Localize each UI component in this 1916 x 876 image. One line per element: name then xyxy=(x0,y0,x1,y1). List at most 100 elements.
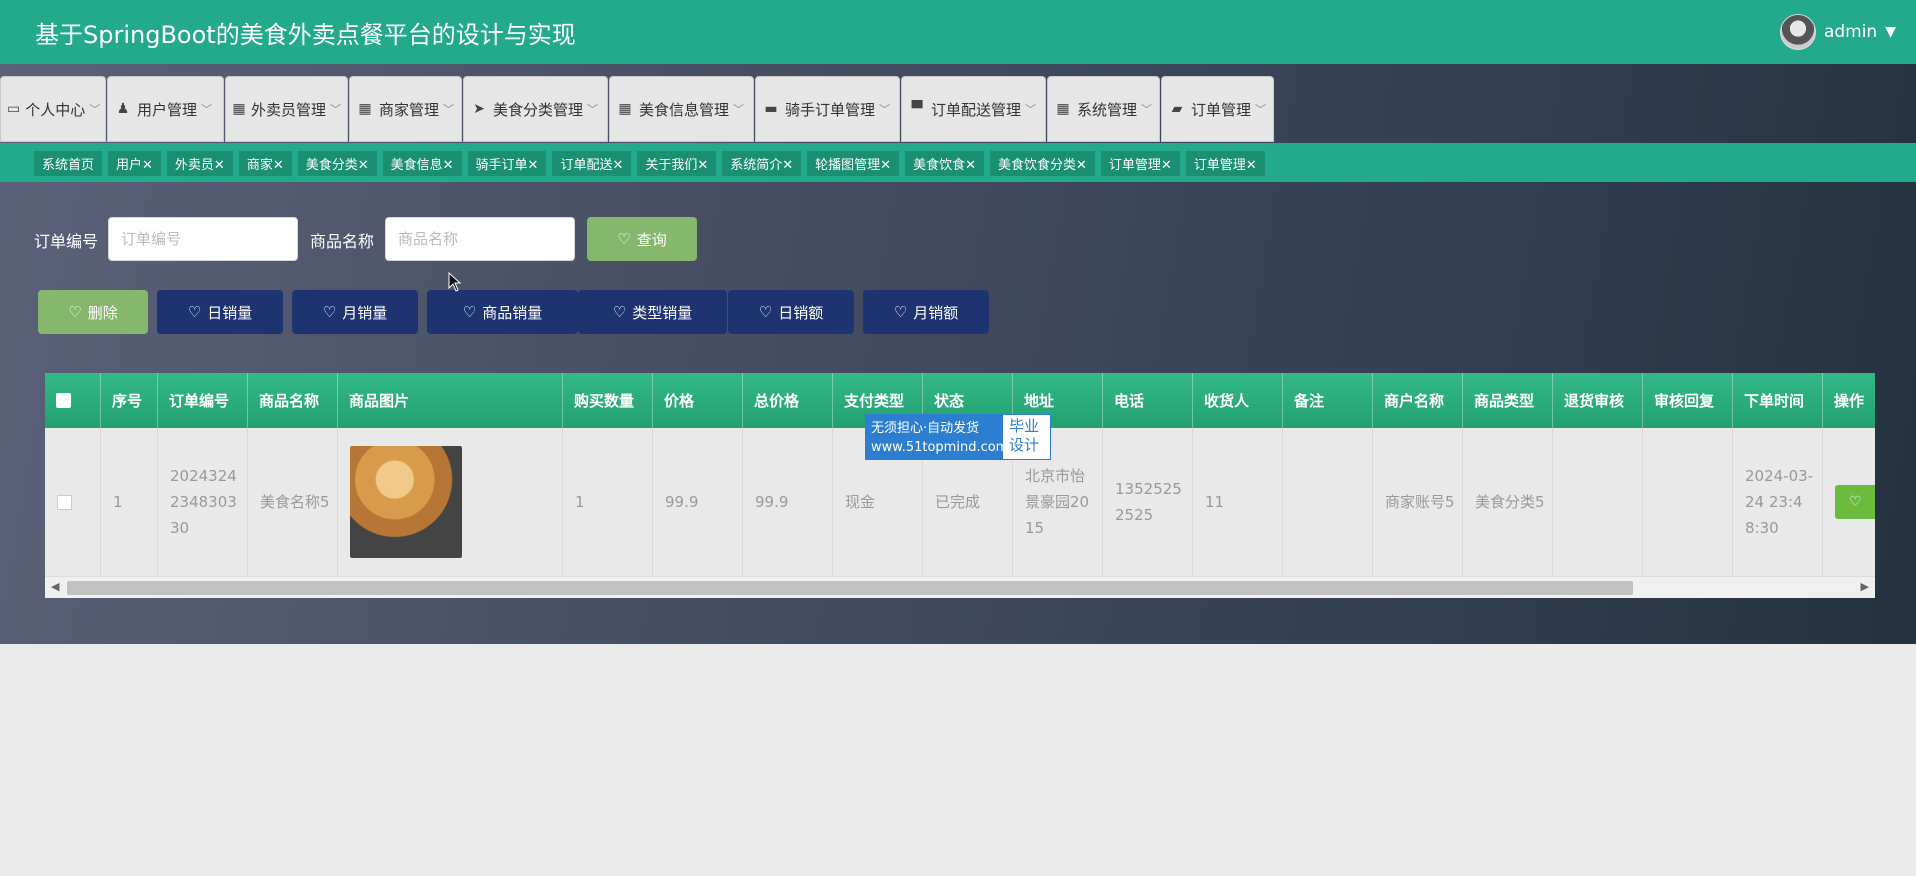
watermark-side: 毕业 设计 xyxy=(1003,415,1050,459)
operation-button[interactable]: ♡ xyxy=(1835,485,1875,519)
col-header: 商户名称 xyxy=(1373,373,1463,428)
nav-label: 美食信息管理 xyxy=(639,100,730,119)
nav-label: 订单配送管理 xyxy=(931,100,1022,119)
chevron-down-icon: ﹀ xyxy=(201,103,213,116)
watermark-badge: 无须担心·自动发货 www.51topmind.com 毕业 设计 xyxy=(865,414,1051,460)
tab-merchant[interactable]: 商家✕ xyxy=(238,151,292,176)
daily-sales-button[interactable]: ♡ 日销量 xyxy=(157,290,283,334)
col-header: 下单时间 xyxy=(1733,373,1823,428)
user-icon: ♟ xyxy=(116,101,130,117)
orders-table: 序号 订单编号 商品名称 商品图片 购买数量 价格 总价格 支付类型 状态 地址… xyxy=(45,373,1875,598)
row-select-cell[interactable] xyxy=(45,428,101,576)
nav-label: 个人中心 xyxy=(25,100,86,119)
tab-food-diet-category[interactable]: 美食饮食分类✕ xyxy=(989,151,1095,176)
order-no-label: 订单编号 xyxy=(34,232,99,251)
cell-category: 美食分类5 xyxy=(1463,428,1553,576)
scroll-right-icon[interactable]: ▶ xyxy=(1861,580,1869,593)
nav-label: 订单管理 xyxy=(1191,100,1252,119)
tab-user[interactable]: 用户✕ xyxy=(108,151,161,176)
col-header: 收货人 xyxy=(1193,373,1283,428)
select-all-header[interactable] xyxy=(45,373,101,428)
category-sales-button[interactable]: ♡ 类型销量 xyxy=(578,290,727,334)
chevron-down-icon: ﹀ xyxy=(733,103,745,116)
desktop-icon: ▀ xyxy=(911,101,923,117)
grid-icon: ▦ xyxy=(1056,101,1070,117)
tab-order-management-2[interactable]: 订单管理✕ xyxy=(1185,151,1265,176)
daily-revenue-button[interactable]: ♡ 日销额 xyxy=(728,290,854,334)
username[interactable]: admin xyxy=(1824,22,1877,42)
cell-operation: ♡ xyxy=(1823,428,1875,576)
tab-food-diet[interactable]: 美食饮食✕ xyxy=(905,151,984,176)
daily-sales-label: 日销量 xyxy=(207,303,253,322)
cell-order-no: 20243242348303 30 xyxy=(158,428,248,576)
nav-system-management[interactable]: ▦ 系统管理 ﹀ xyxy=(1047,76,1160,142)
heart-icon: ♡ xyxy=(1849,494,1862,510)
nav-delivery-management[interactable]: ▀ 订单配送管理 ﹀ xyxy=(901,76,1046,142)
tab-carousel[interactable]: 轮播图管理✕ xyxy=(807,151,900,176)
nav-user-management[interactable]: ♟ 用户管理 ﹀ xyxy=(107,76,224,142)
product-thumbnail[interactable] xyxy=(350,446,462,558)
query-label: 查询 xyxy=(636,230,667,249)
heart-icon: ♡ xyxy=(758,303,773,321)
monthly-sales-button[interactable]: ♡ 月销量 xyxy=(292,290,418,334)
tab-courier[interactable]: 外卖员✕ xyxy=(166,151,233,176)
chevron-down-icon: ﹀ xyxy=(587,103,599,116)
nav-food-category-management[interactable]: ➤ 美食分类管理 ﹀ xyxy=(463,76,608,142)
nav-order-management[interactable]: ▰ 订单管理 ﹀ xyxy=(1161,76,1274,142)
product-name-input[interactable] xyxy=(385,217,575,261)
tab-system-intro[interactable]: 系统简介✕ xyxy=(722,151,802,176)
heart-icon: ♡ xyxy=(617,230,631,248)
nav-courier-management[interactable]: ▦ 外卖员管理 ﹀ xyxy=(225,76,348,142)
col-header: 备注 xyxy=(1283,373,1373,428)
cell-merchant: 商家账号5 xyxy=(1373,428,1463,576)
main-nav: ▭ 个人中心 ﹀ ♟ 用户管理 ﹀ ▦ 外卖员管理 ﹀ ▦ 商家管理 ﹀ ➤ 美食分类管理 ﹀ ▦ 美… xyxy=(0,76,1275,142)
nav-label: 用户管理 xyxy=(137,100,198,119)
cell-order-time: 2024-03-24 23:48:30 xyxy=(1733,428,1823,576)
user-menu[interactable]: admin ▼ xyxy=(1779,14,1896,50)
order-no-input[interactable] xyxy=(108,217,298,261)
scrollbar-thumb[interactable] xyxy=(67,581,1633,595)
monthly-revenue-button[interactable]: ♡ 月销额 xyxy=(863,290,989,334)
watermark-line2: www.51topmind.com xyxy=(871,440,1009,455)
chevron-down-icon: ﹀ xyxy=(330,103,341,116)
grid-icon: ▦ xyxy=(232,101,246,117)
heart-icon: ♡ xyxy=(68,303,82,321)
col-header: 购买数量 xyxy=(563,373,653,428)
tab-home[interactable]: 系统首页 xyxy=(34,151,103,176)
tab-delivery[interactable]: 订单配送✕ xyxy=(552,151,632,176)
nav-label: 系统管理 xyxy=(1077,100,1138,119)
heart-icon: ♡ xyxy=(893,303,908,321)
monitor-icon: ▬ xyxy=(764,101,778,117)
nav-food-info-management[interactable]: ▦ 美食信息管理 ﹀ xyxy=(609,76,754,142)
caret-down-icon[interactable]: ▼ xyxy=(1885,24,1896,40)
ticket-icon: ▰ xyxy=(1171,101,1183,117)
row-checkbox[interactable] xyxy=(57,494,72,510)
tab-about[interactable]: 关于我们✕ xyxy=(637,151,717,176)
nav-rider-order-management[interactable]: ▬ 骑手订单管理 ﹀ xyxy=(755,76,900,142)
heart-icon: ♡ xyxy=(187,303,202,321)
heart-icon: ♡ xyxy=(322,303,337,321)
cell-review-reply xyxy=(1643,428,1733,576)
horizontal-scrollbar[interactable]: ◀ ▶ xyxy=(45,576,1875,598)
col-header: 价格 xyxy=(653,373,743,428)
tab-order-management[interactable]: 订单管理✕ xyxy=(1100,151,1180,176)
grid-icon: ▦ xyxy=(618,101,632,117)
nav-personal-center[interactable]: ▭ 个人中心 ﹀ xyxy=(0,76,106,142)
tab-food-category[interactable]: 美食分类✕ xyxy=(297,151,377,176)
select-all-checkbox[interactable] xyxy=(56,393,71,408)
scroll-left-icon[interactable]: ◀ xyxy=(51,580,59,593)
heart-icon: ♡ xyxy=(462,303,477,321)
col-header: 电话 xyxy=(1103,373,1193,428)
cell-total: 99.9 xyxy=(743,428,833,576)
tab-food-info[interactable]: 美食信息✕ xyxy=(382,151,462,176)
chevron-down-icon: ﹀ xyxy=(1141,103,1153,116)
monthly-revenue-label: 月销额 xyxy=(913,303,959,322)
avatar[interactable] xyxy=(1779,14,1816,50)
chevron-down-icon: ﹀ xyxy=(1025,103,1037,116)
delete-button[interactable]: ♡ 删除 xyxy=(38,290,148,334)
chevron-down-icon: ﹀ xyxy=(879,103,891,116)
tab-rider-order[interactable]: 骑手订单✕ xyxy=(467,151,547,176)
nav-merchant-management[interactable]: ▦ 商家管理 ﹀ xyxy=(349,76,462,142)
query-button[interactable]: ♡ 查询 xyxy=(587,217,697,261)
product-sales-button[interactable]: ♡ 商品销量 xyxy=(427,290,578,334)
